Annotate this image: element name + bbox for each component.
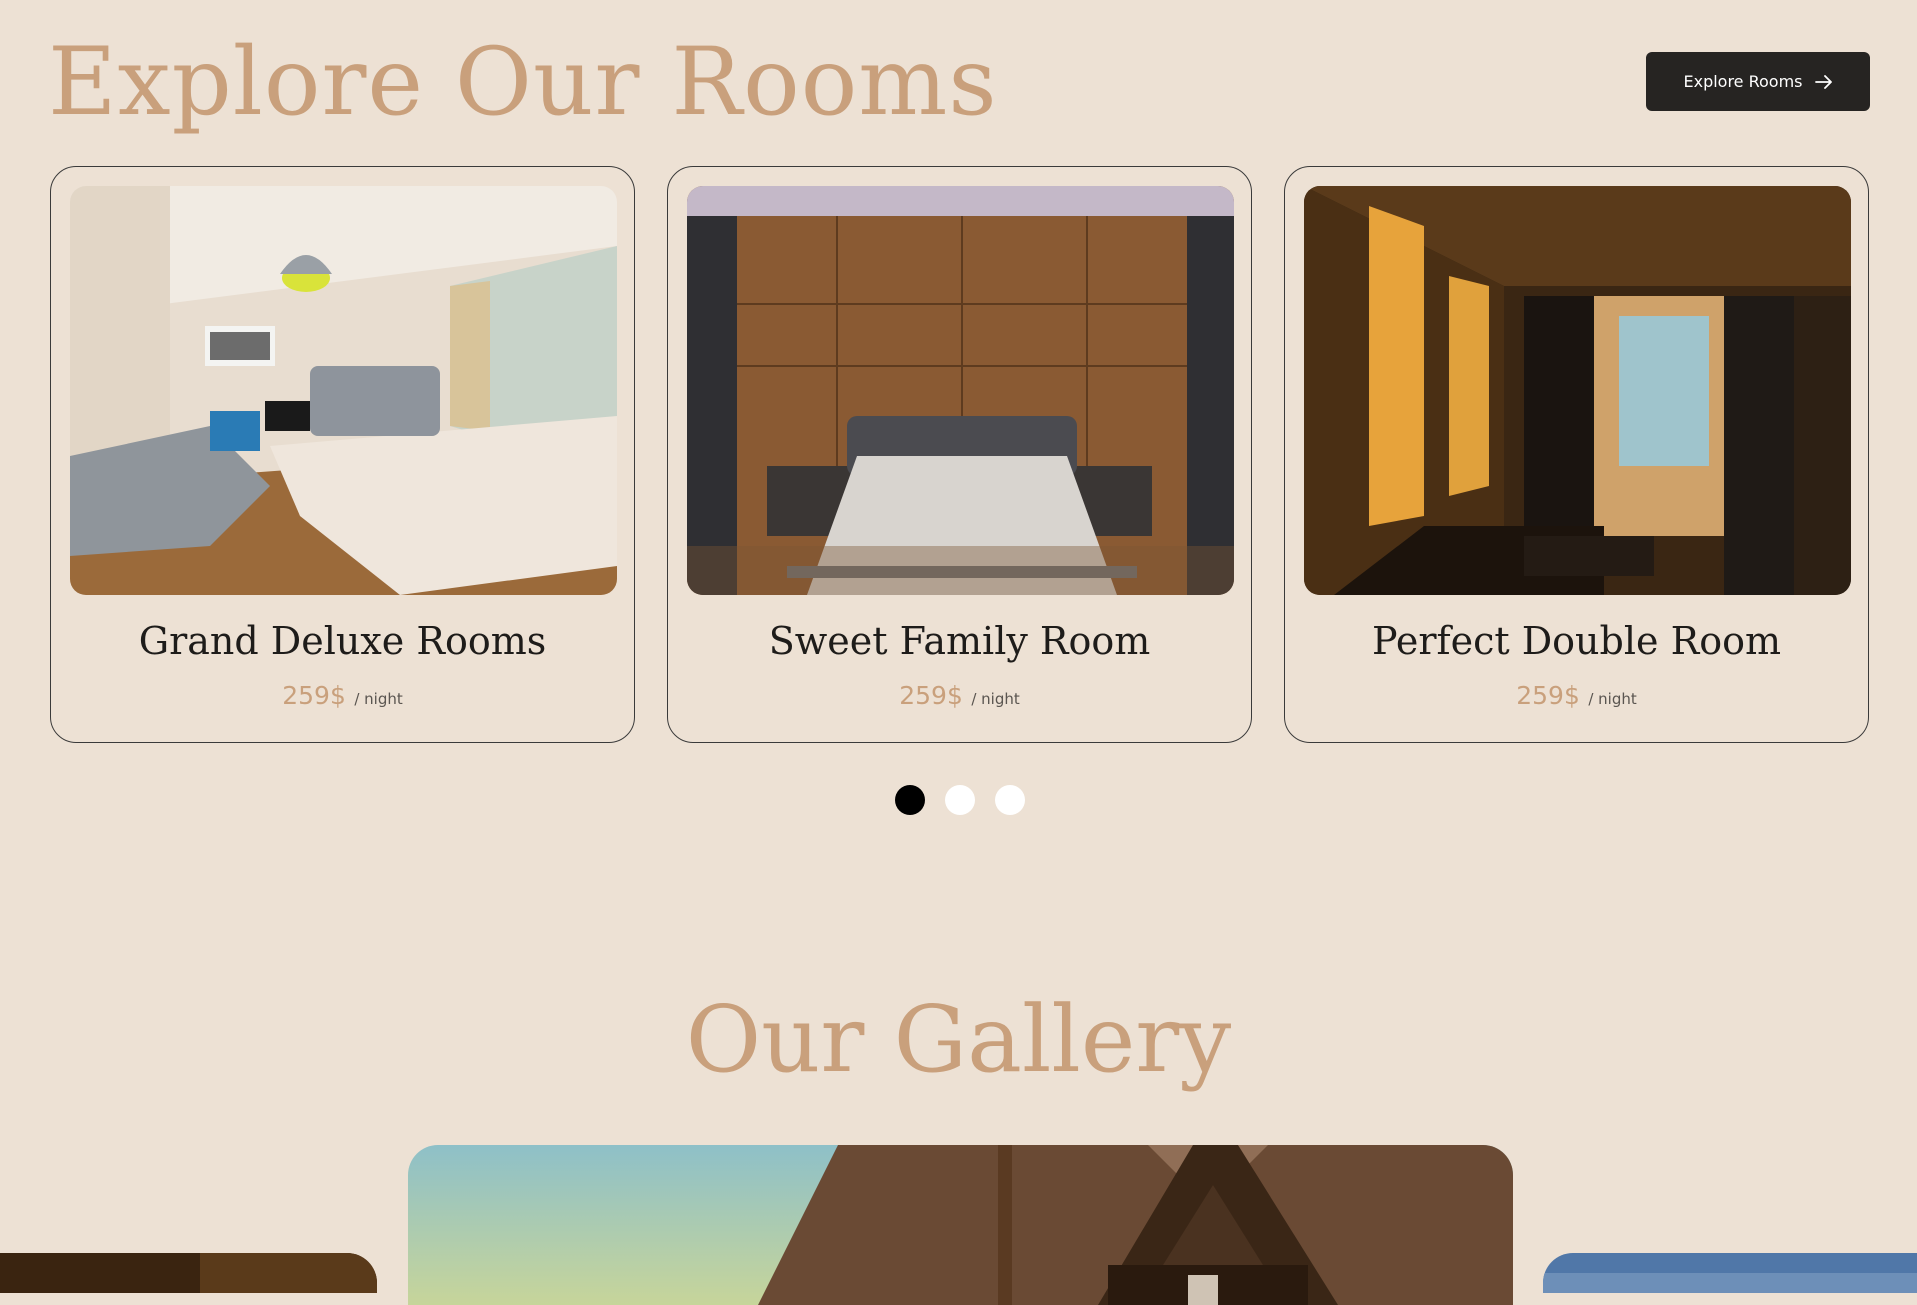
- room-image-perfect-double: [1304, 186, 1851, 595]
- room-image-grand-deluxe: [70, 186, 617, 595]
- gallery-image-center[interactable]: [408, 1145, 1513, 1305]
- explore-rooms-label: Explore Rooms: [1683, 72, 1803, 91]
- price-unit: / night: [971, 690, 1020, 708]
- explore-rooms-button[interactable]: Explore Rooms: [1646, 52, 1870, 111]
- price-value: 259$: [899, 681, 963, 710]
- pager-dot-1[interactable]: [895, 785, 925, 815]
- gallery-image-right[interactable]: [1543, 1253, 1917, 1293]
- arrow-right-icon: [1814, 74, 1833, 89]
- room-name: Sweet Family Room: [768, 619, 1151, 663]
- pager-dot-3[interactable]: [995, 785, 1025, 815]
- pager-dot-2[interactable]: [945, 785, 975, 815]
- price-value: 259$: [1516, 681, 1580, 710]
- price-unit: / night: [1588, 690, 1637, 708]
- room-card-grand-deluxe[interactable]: Grand Deluxe Rooms 259$ / night: [50, 166, 635, 743]
- carousel-pager: [895, 785, 1025, 815]
- price-unit: / night: [354, 690, 403, 708]
- page-title: Explore Our Rooms: [48, 28, 998, 137]
- room-image-sweet-family: [687, 186, 1234, 595]
- room-name: Grand Deluxe Rooms: [138, 619, 547, 663]
- room-card-perfect-double[interactable]: Perfect Double Room 259$ / night: [1284, 166, 1869, 743]
- room-price: 259$ / night: [668, 681, 1251, 710]
- room-card-sweet-family[interactable]: Sweet Family Room 259$ / night: [667, 166, 1252, 743]
- room-price: 259$ / night: [1285, 681, 1868, 710]
- room-name: Perfect Double Room: [1372, 619, 1781, 663]
- gallery-image-left[interactable]: [0, 1253, 377, 1293]
- price-value: 259$: [282, 681, 346, 710]
- room-price: 259$ / night: [51, 681, 634, 710]
- gallery-title: Our Gallery: [685, 986, 1232, 1093]
